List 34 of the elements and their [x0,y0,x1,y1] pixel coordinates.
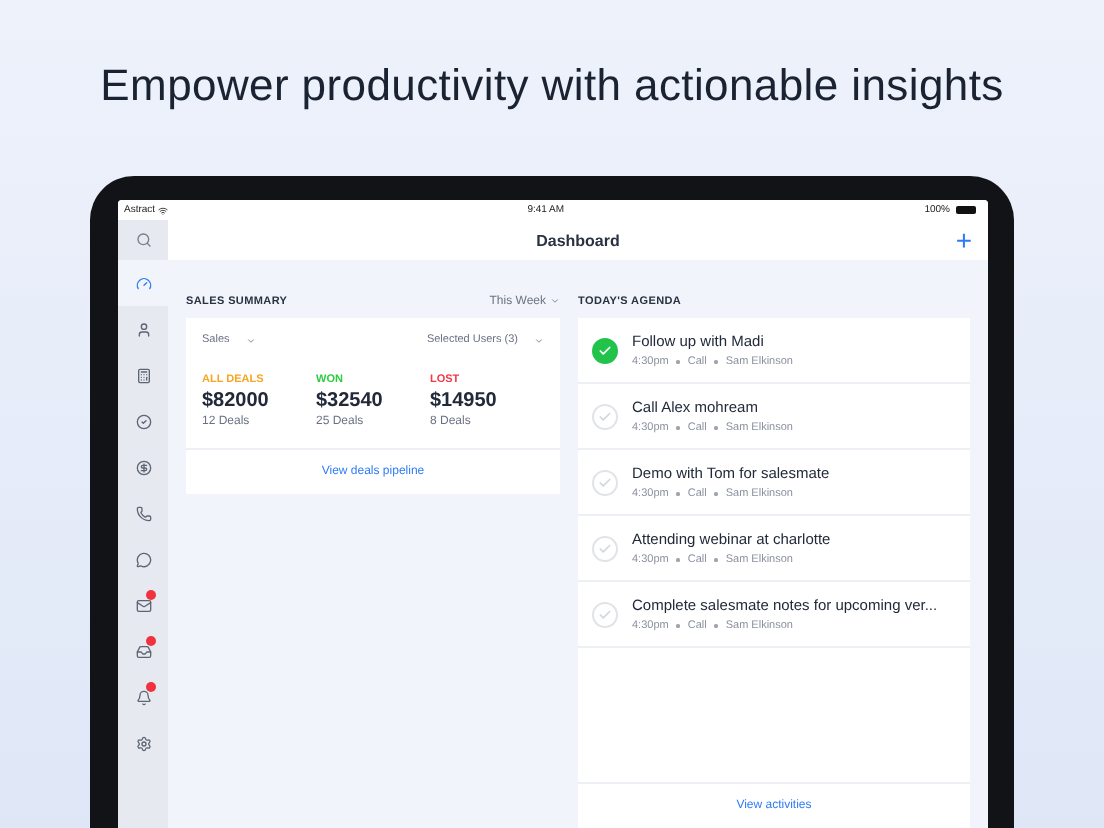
chat-icon [135,551,151,567]
nav-title: Dashboard [536,231,620,249]
headline: Empower productivity with actionable insights [100,60,1004,114]
stat-amount: $14950 [430,390,499,412]
separator-dot [676,426,680,430]
separator-dot [676,558,680,562]
check-circle[interactable] [592,337,618,363]
stat-amount: $32540 [316,390,385,412]
inbox-icon [135,643,151,659]
separator-dot [676,360,680,364]
chevron-down-icon [245,335,256,345]
settings-icon [135,735,151,751]
dollar-icon [135,459,151,475]
separator-dot [714,558,718,562]
separator-dot [714,360,718,364]
chevron-down-icon [534,335,544,345]
mail-icon [135,597,151,613]
person-icon [135,321,151,337]
gauge-icon [135,275,151,291]
separator-dot [714,492,718,496]
battery-icon [956,206,976,214]
check-circle-icon [135,413,151,429]
stat-amount: $82000 [202,390,271,412]
separator-dot [676,624,680,628]
calculator-icon [135,367,151,383]
search-icon [135,232,151,248]
add-button[interactable]: + [955,224,972,256]
separator-dot [714,426,718,430]
wifi-icon [157,205,168,215]
separator-dot [714,624,718,628]
bell-icon [135,689,151,705]
chevron-down-icon [550,296,560,306]
phone-icon [135,505,151,521]
separator-dot [676,492,680,496]
